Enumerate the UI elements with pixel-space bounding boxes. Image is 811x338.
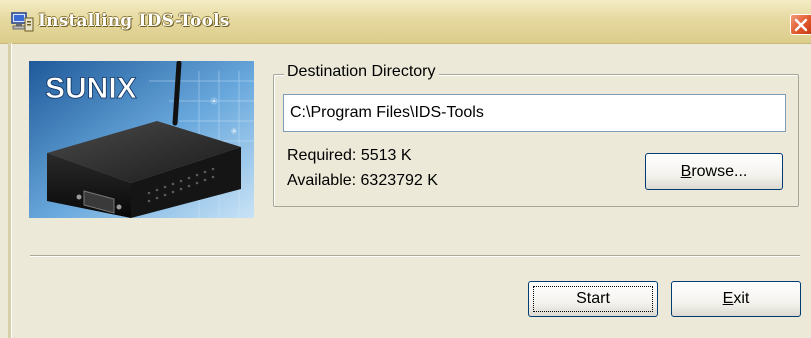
browse-label: rowse... (691, 163, 748, 180)
installer-computer-icon (10, 11, 34, 33)
browse-mnemonic: B (680, 163, 692, 180)
exit-button[interactable]: Exit (671, 281, 801, 317)
destination-path-input[interactable] (283, 94, 786, 132)
title-bar[interactable]: Installing IDS-Tools (0, 0, 811, 44)
window-left-frame (8, 43, 12, 338)
close-x-icon (794, 18, 808, 32)
horizontal-separator (30, 255, 800, 257)
sunix-logo-text: SUNIX (45, 72, 137, 105)
exit-mnemonic: E (722, 290, 734, 307)
product-image: SUNIX (29, 61, 254, 218)
close-button[interactable] (790, 14, 811, 35)
window-title: Installing IDS-Tools (38, 11, 230, 31)
focus-rectangle (533, 286, 653, 312)
browse-button[interactable]: Browse... (645, 153, 783, 190)
required-space-text: Required: 5513 K (287, 147, 412, 164)
installer-window: Installing IDS-Tools SUNIX Destination D… (0, 0, 811, 338)
start-button[interactable]: Start (528, 281, 658, 317)
destination-group-label: Destination Directory (284, 63, 439, 81)
available-space-text: Available: 6323792 K (287, 172, 438, 189)
exit-label: xit (733, 290, 750, 307)
